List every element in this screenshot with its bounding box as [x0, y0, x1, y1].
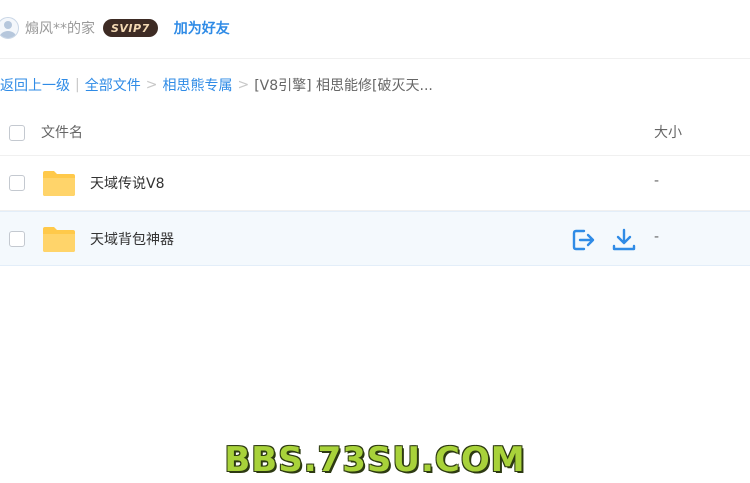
column-header-name[interactable]: 文件名 — [41, 122, 83, 142]
user-bar: 煽风**的家 SVIP7 加为好友 — [0, 12, 230, 44]
file-size: - — [654, 229, 660, 245]
breadcrumb: 返回上一级 | 全部文件 > 相思熊专属 > [V8引擎] 相思能修[破灭天..… — [0, 74, 433, 96]
avatar-head-shape — [4, 21, 12, 29]
download-icon[interactable] — [611, 227, 637, 253]
breadcrumb-separator: > — [145, 77, 158, 93]
table-row[interactable]: 天域背包神器 - — [0, 211, 750, 266]
share-page: 煽风**的家 SVIP7 加为好友 返回上一级 | 全部文件 > 相思熊专属 >… — [0, 0, 750, 483]
select-all-checkbox[interactable] — [9, 125, 25, 141]
all-files-link[interactable]: 全部文件 — [85, 75, 141, 95]
username[interactable]: 煽风**的家 — [25, 18, 95, 38]
vip-badge: SVIP7 — [103, 19, 158, 37]
folder-icon — [43, 227, 75, 252]
breadcrumb-current: [V8引擎] 相思能修[破灭天... — [254, 78, 433, 94]
row-checkbox[interactable] — [9, 231, 25, 247]
avatar[interactable] — [0, 17, 19, 39]
row-checkbox[interactable] — [9, 175, 25, 191]
file-size: - — [654, 173, 660, 189]
breadcrumb-divider: | — [75, 77, 80, 93]
avatar-body-shape — [0, 31, 16, 38]
table-row[interactable]: 天域传说V8 - — [0, 156, 750, 211]
table-header: 文件名 大小 — [0, 110, 750, 156]
add-friend-button[interactable]: 加为好友 — [174, 18, 230, 38]
file-name[interactable]: 天域背包神器 — [90, 229, 174, 249]
column-header-size[interactable]: 大小 — [654, 122, 682, 142]
save-to-netdisk-icon[interactable] — [570, 227, 596, 253]
file-name[interactable]: 天域传说V8 — [90, 173, 164, 193]
back-link[interactable]: 返回上一级 — [0, 75, 70, 95]
breadcrumb-separator: > — [237, 77, 250, 93]
watermark: BBS.73SU.COM — [224, 440, 526, 480]
folder-icon — [43, 171, 75, 196]
header-divider — [0, 58, 750, 59]
breadcrumb-folder-link[interactable]: 相思熊专属 — [162, 75, 232, 95]
